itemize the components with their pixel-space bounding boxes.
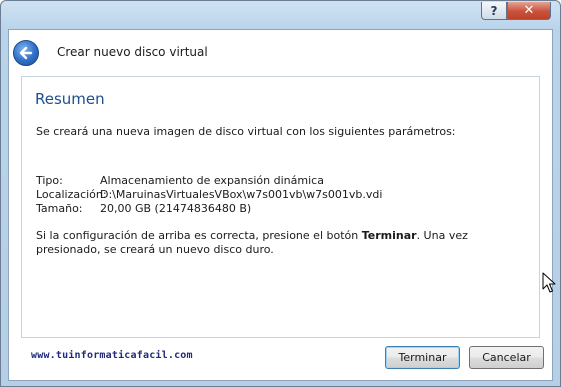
- param-value: 20,00 GB (21474836480 B): [100, 202, 252, 215]
- mouse-cursor-icon: [542, 272, 556, 293]
- title-bar: ? ✕: [1, 1, 560, 29]
- wizard-body: Crear nuevo disco virtual Resumen Se cre…: [8, 29, 556, 381]
- note-text-start: Si la configuración de arriba es correct…: [36, 229, 362, 242]
- dialog-window: ? ✕ Crear nuevo disco virtual Resumen Se…: [0, 0, 561, 387]
- wizard-title: Crear nuevo disco virtual: [57, 45, 208, 59]
- finish-button[interactable]: Terminar: [385, 346, 460, 369]
- param-label: Tamaño:: [36, 202, 83, 215]
- confirmation-note: Si la configuración de arriba es correct…: [36, 229, 534, 257]
- note-bold-button-name: Terminar: [361, 229, 417, 242]
- intro-text: Se creará una nueva imagen de disco virt…: [36, 125, 456, 138]
- back-button[interactable]: [13, 40, 39, 66]
- section-title: Resumen: [35, 90, 105, 108]
- summary-panel: Resumen Se creará una nueva imagen de di…: [21, 76, 556, 338]
- back-arrow-icon: [19, 46, 33, 60]
- watermark-link: www.tuinformaticafacil.com: [31, 350, 193, 361]
- help-button[interactable]: ?: [481, 2, 507, 20]
- cancel-button[interactable]: Cancelar: [469, 346, 544, 369]
- close-icon: ✕: [523, 3, 535, 18]
- param-label: Tipo:: [36, 174, 63, 187]
- wizard-header: Crear nuevo disco virtual: [9, 30, 552, 76]
- help-icon: ?: [490, 3, 498, 18]
- param-value: D:\MaruinasVirtualesVBox\w7s001vb\w7s001…: [100, 188, 383, 201]
- param-value: Almacenamiento de expansión dinámica: [100, 174, 324, 187]
- param-label: Localización:: [36, 188, 107, 201]
- close-button[interactable]: ✕: [507, 2, 551, 20]
